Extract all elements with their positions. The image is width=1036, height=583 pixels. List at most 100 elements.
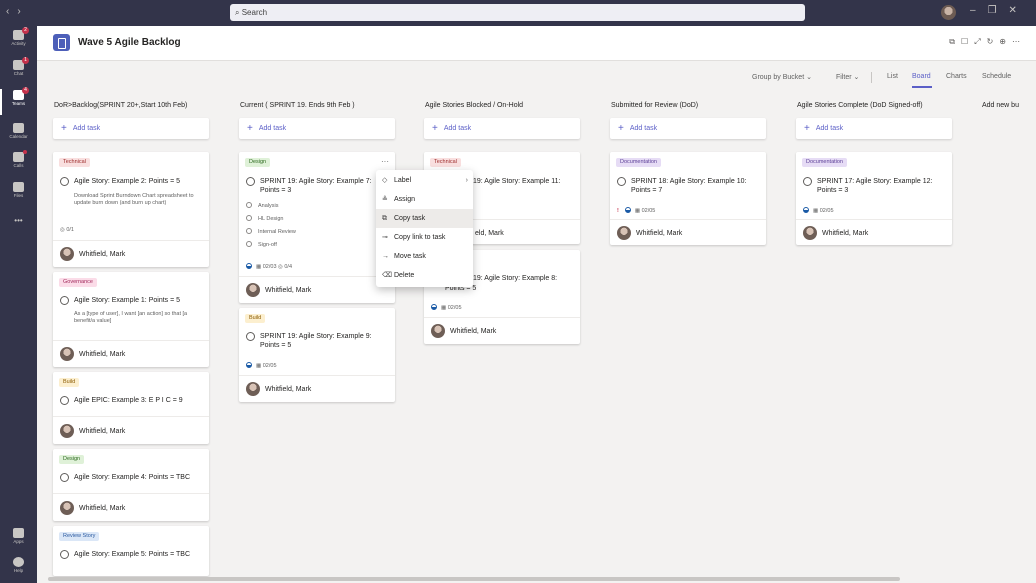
menu-item-copy-link[interactable]: ⊸ Copy link to task bbox=[376, 228, 473, 247]
progress-icon bbox=[803, 207, 809, 213]
popout-icon[interactable]: ⧉ bbox=[949, 37, 961, 46]
plus-icon: + bbox=[432, 123, 438, 134]
progress-icon bbox=[624, 207, 631, 213]
complete-checkbox[interactable] bbox=[60, 473, 69, 482]
tab-board-underline bbox=[912, 86, 932, 88]
bucket-title[interactable]: Current ( SPRINT 19. Ends 9th Feb ) bbox=[240, 102, 355, 109]
assignee[interactable]: Whitfield, Mark bbox=[60, 347, 125, 361]
more-options-icon[interactable]: ··· bbox=[381, 157, 389, 166]
add-task-button[interactable]: + Add task bbox=[239, 118, 395, 139]
assignee[interactable]: Whitfield, Mark bbox=[431, 324, 496, 338]
profile-avatar[interactable] bbox=[941, 5, 956, 20]
assignee[interactable]: Whitfield, Mark bbox=[60, 247, 125, 261]
complete-checkbox[interactable] bbox=[60, 177, 69, 186]
add-task-button[interactable]: + Add task bbox=[424, 118, 580, 139]
assignee[interactable]: Whitfield, Mark bbox=[60, 424, 125, 438]
rail-item-files[interactable]: Files bbox=[0, 182, 37, 198]
card-divider bbox=[610, 219, 766, 220]
menu-item-move-task[interactable]: → Move task bbox=[376, 247, 473, 266]
task-title: SPRINT 19: Agile Story: Example 9: Point… bbox=[260, 333, 372, 349]
task-card[interactable]: Documentation SPRINT 17: Agile Story: Ex… bbox=[796, 152, 952, 245]
check-circle-icon bbox=[246, 241, 252, 247]
label-badge: Design bbox=[59, 455, 85, 464]
phone-icon bbox=[13, 152, 24, 162]
rail-more[interactable]: ••• bbox=[0, 216, 37, 225]
progress-icon bbox=[246, 263, 252, 269]
horizontal-scrollbar[interactable] bbox=[48, 577, 900, 581]
rail-item-activity[interactable]: 2 Activity bbox=[0, 27, 37, 46]
forward-arrow-icon[interactable]: › bbox=[17, 6, 28, 17]
tab-charts[interactable]: Charts bbox=[946, 73, 967, 80]
chat-icon[interactable]: ☐ bbox=[961, 37, 974, 46]
task-card[interactable]: Build SPRINT 19: Agile Story: Example 9:… bbox=[239, 308, 395, 402]
add-new-bucket[interactable]: Add new bu bbox=[982, 102, 1019, 109]
task-card[interactable]: Design ··· SPRINT 19: Agile Story: Examp… bbox=[239, 152, 395, 303]
assignee[interactable]: Whitfield, Mark bbox=[246, 382, 311, 396]
task-card[interactable]: Technical Agile Story: Example 2: Points… bbox=[53, 152, 209, 267]
checklist-item[interactable]: Analysis bbox=[246, 202, 278, 209]
menu-item-assign[interactable]: ≗ Assign bbox=[376, 190, 473, 209]
rail-item-calls[interactable]: Calls bbox=[0, 150, 37, 168]
checklist-item[interactable]: HL Design bbox=[246, 215, 283, 222]
task-card[interactable]: Design Agile Story: Example 4: Points = … bbox=[53, 449, 209, 521]
complete-checkbox[interactable] bbox=[803, 177, 812, 186]
add-task-button[interactable]: + Add task bbox=[610, 118, 766, 139]
bucket-title[interactable]: Agile Stories Blocked / On-Hold bbox=[425, 102, 523, 109]
checklist-item[interactable]: Internal Review bbox=[246, 228, 296, 235]
rail-item-teams[interactable]: 4 Teams bbox=[0, 87, 37, 106]
help-icon bbox=[13, 557, 24, 567]
add-task-button[interactable]: + Add task bbox=[53, 118, 209, 139]
menu-item-copy-task[interactable]: ⧉ Copy task bbox=[376, 209, 473, 228]
task-card[interactable]: Documentation SPRINT 18: Agile Story: Ex… bbox=[610, 152, 766, 245]
tab-list[interactable]: List bbox=[887, 73, 898, 80]
complete-checkbox[interactable] bbox=[60, 550, 69, 559]
bucket-title[interactable]: DoR>Backlog(SPRINT 20+,Start 10th Feb) bbox=[54, 102, 187, 109]
search-input[interactable]: ⌕ Search bbox=[230, 4, 805, 21]
assignee[interactable]: Whitfield, Mark bbox=[803, 226, 868, 240]
maximize-button[interactable]: ❐ bbox=[988, 5, 1009, 16]
task-card[interactable]: Build Agile EPIC: Example 3: E P I C = 9… bbox=[53, 372, 209, 444]
nav-arrows[interactable]: ‹› bbox=[6, 6, 29, 17]
tab-board[interactable]: Board bbox=[912, 73, 931, 80]
task-card[interactable]: Governance Agile Story: Example 1: Point… bbox=[53, 272, 209, 367]
menu-item-delete[interactable]: ⌫ Delete bbox=[376, 266, 473, 285]
complete-checkbox[interactable] bbox=[246, 177, 255, 186]
tab-schedule[interactable]: Schedule bbox=[982, 73, 1011, 80]
chat-badge: 1 bbox=[22, 57, 29, 64]
group-by-dropdown[interactable]: Group by Bucket ⌄ bbox=[752, 73, 812, 81]
label-badge: Build bbox=[245, 314, 266, 323]
rail-item-calendar[interactable]: Calendar bbox=[0, 123, 37, 139]
refresh-icon[interactable]: ↻ bbox=[987, 37, 1000, 46]
filter-dropdown[interactable]: Filter ⌄ bbox=[836, 73, 859, 81]
more-icon[interactable]: ⋯ bbox=[1012, 37, 1026, 46]
complete-checkbox[interactable] bbox=[617, 177, 626, 186]
rail-item-help[interactable]: Help bbox=[0, 557, 37, 573]
close-button[interactable]: ✕ bbox=[1009, 5, 1029, 16]
calendar-icon: ▦ bbox=[634, 208, 642, 214]
task-card[interactable]: Review Story Agile Story: Example 5: Poi… bbox=[53, 526, 209, 576]
task-title: 19: Agile Story: Example 11: bbox=[473, 178, 561, 185]
checklist-item[interactable]: Sign-off bbox=[246, 241, 277, 248]
menu-item-label[interactable]: ◇ Label › bbox=[376, 171, 473, 190]
calendar-icon: ▦ bbox=[813, 208, 820, 214]
complete-checkbox[interactable] bbox=[60, 396, 69, 405]
assignee[interactable]: Whitfield, Mark bbox=[246, 283, 311, 297]
complete-checkbox[interactable] bbox=[60, 296, 69, 305]
assignee[interactable]: Whitfield, Mark bbox=[617, 226, 682, 240]
check-circle-icon bbox=[246, 228, 252, 234]
back-arrow-icon[interactable]: ‹ bbox=[6, 6, 17, 17]
bucket-title[interactable]: Agile Stories Complete (DoD Signed-off) bbox=[797, 102, 923, 109]
avatar bbox=[60, 501, 74, 515]
globe-icon[interactable]: ⊕ bbox=[999, 37, 1012, 46]
minimize-button[interactable]: – bbox=[970, 5, 988, 16]
link-icon: ⊸ bbox=[382, 234, 388, 241]
rail-item-chat[interactable]: 1 Chat bbox=[0, 57, 37, 76]
check-circle-icon bbox=[246, 215, 252, 221]
assignee[interactable]: Whitfield, Mark bbox=[60, 501, 125, 515]
add-task-button[interactable]: + Add task bbox=[796, 118, 952, 139]
complete-checkbox[interactable] bbox=[246, 332, 255, 341]
assignee[interactable]: eld, Mark bbox=[475, 227, 504, 241]
bucket-title[interactable]: Submitted for Review (DoD) bbox=[611, 102, 698, 109]
rail-item-apps[interactable]: Apps bbox=[0, 528, 37, 544]
expand-icon[interactable]: ⤢ bbox=[974, 37, 986, 46]
